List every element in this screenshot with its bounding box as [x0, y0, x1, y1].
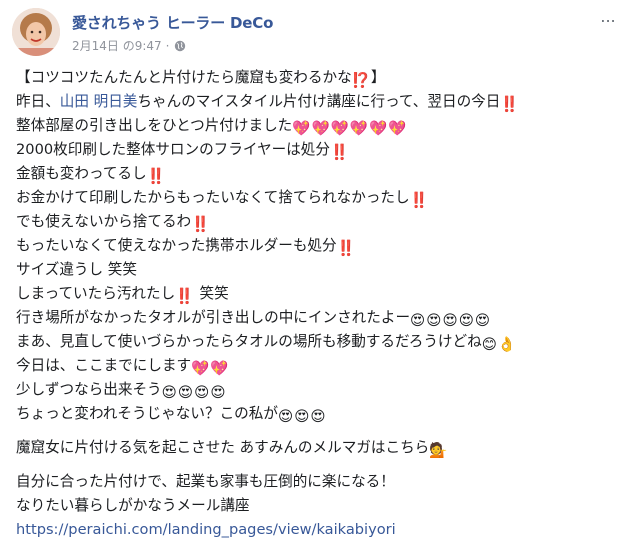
heart-eyes-emoji: 😍: [277, 408, 294, 425]
text-line: なりたい暮らしがかなうメール講座: [16, 494, 616, 518]
heart-eyes-emoji: 😍: [310, 408, 326, 425]
text-line: しまっていたら汚れたし‼️ 笑笑: [16, 282, 616, 306]
text: 【コツコツたんたんと片付けたら魔窟も変わるかな: [16, 69, 352, 86]
text: 2000枚印刷した整体サロンのフライヤーは処分: [16, 141, 330, 158]
double-exclamation-emoji: ‼️: [409, 191, 429, 209]
sparkling-heart-emoji: 💖: [388, 120, 407, 137]
text-line: ちょっと変われそうじゃない？この私が😍😍😍: [16, 402, 616, 426]
text-line: 少しずつなら出来そう😍😍😍😍: [16, 378, 616, 402]
globe-icon: [174, 40, 185, 51]
post-header: 愛されちゃう ヒーラー DeCo 2月14日 の9:47 · ...: [12, 8, 621, 56]
tipping-hand-emoji: 💁: [429, 442, 448, 459]
double-exclamation-emoji: ‼️: [175, 287, 194, 305]
text: ちょっと変われそうじゃない？この私が: [16, 405, 278, 422]
text: もったいなくて使えなかった携帯ホルダーも処分: [16, 237, 337, 254]
text: 少しずつなら出来そう: [16, 381, 162, 398]
text-line: 2000枚印刷した整体サロンのフライヤーは処分‼️: [16, 138, 616, 162]
double-exclamation-emoji: ‼️: [146, 167, 166, 185]
text-line: 整体部屋の引き出しをひとつ片付けました💖💖💖💖💖💖: [16, 114, 616, 138]
avatar[interactable]: [12, 8, 60, 56]
text: 自分に合った片付けで、起業も家事も圧倒的に楽になる！: [16, 473, 395, 490]
text-line: 昨日、山田 明日美ちゃんのマイスタイル片付け講座に行って、翌日の今日‼️: [16, 90, 616, 114]
text-line: 行き場所がなかったタオルが引き出しの中にインされたよー😍😍😍😍😍: [16, 306, 616, 330]
text: ちゃんのマイスタイル片付け講座に行って、翌日の今日: [137, 93, 501, 110]
text: でも使えないから捨てるわ: [16, 213, 192, 230]
double-exclamation-emoji: ‼️: [191, 215, 210, 233]
text: しまっていたら汚れたし: [16, 285, 176, 302]
text: 昨日、: [16, 93, 60, 110]
avatar-image: [12, 8, 60, 56]
text-line: 自分に合った片付けで、起業も家事も圧倒的に楽になる！: [16, 470, 616, 494]
double-exclamation-emoji: ‼️: [336, 239, 356, 257]
text-line: 魔窟女に片付ける気を起こさせた あすみんのメルマガはこちら💁: [16, 436, 616, 460]
more-options-button[interactable]: ...: [597, 7, 619, 32]
double-exclamation-emoji: ‼️: [330, 143, 349, 161]
sparkling-heart-emoji: 💖: [349, 120, 368, 137]
text: サイズ違うし 笑笑: [16, 261, 137, 278]
double-exclamation-emoji: ‼️: [500, 95, 520, 113]
text-line: 金額も変わってるし‼️: [16, 162, 616, 186]
text: 魔窟女に片付ける気を起こさせた あすみんのメルマガはこちら: [16, 439, 430, 456]
more-icon: ...: [600, 7, 616, 26]
text: 】: [370, 69, 386, 86]
timestamp[interactable]: 2月14日 の9:47: [72, 37, 162, 54]
text-line: 【コツコツたんたんと片付けたら魔窟も変わるかな⁉️】: [16, 66, 616, 90]
text-line: 今日は、ここまでにします💖💖: [16, 354, 616, 378]
post-body: 【コツコツたんたんと片付けたら魔窟も変わるかな⁉️】 昨日、山田 明日美ちゃんの…: [16, 66, 616, 542]
text: 笑笑: [194, 285, 229, 302]
post-meta: 2月14日 の9:47 ·: [72, 37, 186, 54]
sparkling-heart-emoji: 💖: [368, 120, 388, 137]
text: 行き場所がなかったタオルが引き出しの中にインされたよー: [16, 309, 411, 326]
smile-emoji: 😊: [481, 336, 497, 353]
author-name[interactable]: 愛されちゃう ヒーラー DeCo: [72, 12, 273, 33]
text: 今日は、ここまでにします: [16, 357, 192, 374]
text: なりたい暮らしがかなうメール講座: [16, 497, 250, 514]
facebook-post: 愛されちゃう ヒーラー DeCo 2月14日 の9:47 · ... 【コツコツ…: [0, 0, 633, 552]
text-line: でも使えないから捨てるわ‼️: [16, 210, 616, 234]
text: まあ、見直して使いづらかったらタオルの場所も移動するだろうけどね: [16, 333, 482, 350]
text-line: https://peraichi.com/landing_pages/view/…: [16, 518, 616, 542]
tagged-user-link[interactable]: 山田 明日美: [60, 93, 138, 110]
text-line: サイズ違うし 笑笑: [16, 258, 616, 282]
text: お金かけて印刷したからもったいなくて捨てられなかったし: [16, 189, 410, 206]
ok-hand-emoji: 👌: [497, 336, 517, 353]
signup-link[interactable]: https://peraichi.com/landing_pages/view/…: [16, 521, 396, 538]
meta-separator: ·: [165, 38, 170, 53]
text-line: まあ、見直して使いづらかったらタオルの場所も移動するだろうけどね😊👌: [16, 330, 616, 354]
text: 整体部屋の引き出しをひとつ片付けました: [16, 117, 293, 134]
text-line: もったいなくて使えなかった携帯ホルダーも処分‼️: [16, 234, 616, 258]
text: 金額も変わってるし: [16, 165, 147, 182]
text-line: お金かけて印刷したからもったいなくて捨てられなかったし‼️: [16, 186, 616, 210]
heart-eyes-emoji: 😍: [294, 408, 310, 425]
